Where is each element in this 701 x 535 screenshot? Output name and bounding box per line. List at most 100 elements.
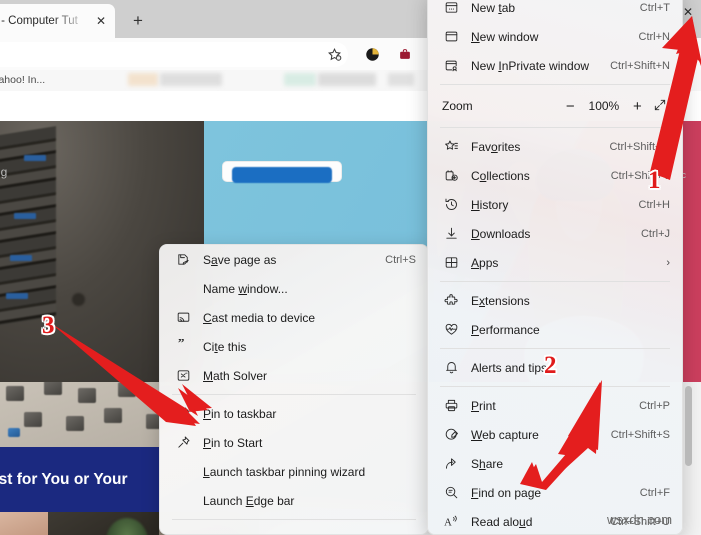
zoom-label: Zoom [442,99,473,113]
menu-item-launch-edge-bar[interactable]: Launch Edge bar [160,486,428,515]
browser-tab[interactable]: ch Easier - Computer Tut ✕ [0,4,115,38]
inprivate-icon [442,57,460,75]
menu-item-label: New window [471,29,539,44]
menu-item-label: Extensions [471,293,530,308]
new-tab-icon [442,0,460,17]
address-bar-url[interactable]: easier.com [0,49,340,61]
favorite-star-icon[interactable] [325,45,343,63]
menu-item-shortcut: Ctrl+S [385,253,416,266]
apps-grid-icon [442,254,460,272]
menu-item-label: Apps [471,255,499,270]
more-menu-button[interactable]: ··· [675,33,701,49]
menu-item-web-capture[interactable]: Web capture Ctrl+Shift+S [428,420,682,449]
bookmark-item[interactable] [160,73,222,86]
new-window-icon [442,28,460,46]
more-tools-submenu: Save page as Ctrl+S Name window... Cast med… [159,244,429,535]
menu-item-history[interactable]: History Ctrl+H [428,190,682,219]
decorative-blue-block [10,255,32,261]
page-primary-button[interactable] [232,167,332,183]
bookmark-item[interactable] [284,73,316,86]
performance-heart-icon [442,321,460,339]
watermark: wsxdn.com [607,512,673,527]
menu-item-collections[interactable]: Collections Ctrl+Shift+Y [428,161,682,190]
menu-scrollbar-thumb[interactable] [685,386,692,466]
decorative-plant [106,518,148,535]
menu-item-share[interactable]: Share [428,449,682,478]
tab-title: ch Easier - Computer Tut [0,15,78,27]
svg-text:”: ” [177,339,184,350]
menu-item-pin-to-taskbar[interactable]: Pin to taskbar [160,399,428,428]
menu-item-cast-media-to-device[interactable]: Cast media to device [160,303,428,332]
new-tab-button[interactable]: + [126,9,150,33]
annotation-badge-2: 2 [544,352,557,379]
menu-item-favorites[interactable]: Favorites Ctrl+Shift+O [428,132,682,161]
menu-item-cite-this[interactable]: ” Cite this [160,332,428,361]
menu-item-shortcut: Ctrl+Shift+Y [610,169,670,182]
menu-separator [172,519,416,520]
menu-item-shortcut: Ctrl+N [638,30,670,43]
menu-separator [440,386,670,387]
bookmark-item[interactable] [388,73,414,86]
favorites-star-icon [442,138,460,156]
zoom-in-button[interactable]: + [626,98,650,115]
menu-item-find-on-page[interactable]: Find on page Ctrl+F [428,478,682,507]
window-close-icon[interactable]: ✕ [675,4,701,20]
menu-item-label: Launch Edge bar [203,493,295,508]
menu-item-new-tab[interactable]: New tab Ctrl+T [428,0,682,22]
fullscreen-arrows-icon[interactable] [649,98,671,115]
bookmark-item[interactable] [318,73,376,86]
menu-item-downloads[interactable]: Downloads Ctrl+J [428,219,682,248]
menu-item-apps[interactable]: Apps › [428,248,682,277]
menu-item-label: Alerts and tips [471,360,548,375]
bookmark-item[interactable] [128,73,158,86]
menu-item-label: Print [471,398,496,413]
zoom-value: 100% [588,99,620,113]
page-banner: est for You or Your [0,447,159,512]
menu-item-pin-to-start[interactable]: Pin to Start [160,428,428,457]
menu-item-label: Pin to taskbar [203,406,277,421]
chevron-right-icon: › [666,256,670,269]
decorative-blue-block [6,293,28,299]
decorative-blue-block [14,213,36,219]
menu-item-save-page-as[interactable]: Save page as Ctrl+S [160,245,428,274]
menu-item-label: Read aloud [471,514,533,529]
bookmark-item-yahoo[interactable]: n to Yahoo! In... [0,74,45,86]
menu-item-performance[interactable]: Performance [428,315,682,344]
menu-item-shortcut: Ctrl+P [639,399,670,412]
menu-separator [440,127,670,128]
menu-item-math-solver[interactable]: Math Solver [160,361,428,390]
close-icon[interactable]: ✕ [93,13,109,29]
page-gg-text: gg [0,165,8,179]
browser-window: est for You or Your gg AJIO.c n to Yahoo… [0,0,701,535]
menu-item-label: Name window... [203,281,288,296]
menu-item-label: Web capture [471,427,539,442]
address-bar[interactable]: easier.com [0,42,348,67]
history-clock-icon [442,196,460,214]
menu-item-new-window[interactable]: New window Ctrl+N [428,22,682,51]
find-magnifier-icon [442,484,460,502]
extension-icon[interactable] [396,45,414,63]
save-page-icon [174,251,192,269]
banner-text: est for You or Your [0,470,128,488]
annotation-badge-1: 1 [648,167,661,194]
menu-item-launch-taskbar-pinning-wizard[interactable]: Launch taskbar pinning wizard [160,457,428,486]
menu-item-label: Pin to Start [203,435,263,450]
pin-icon [174,405,192,423]
menu-item-name-window[interactable]: Name window... [160,274,428,303]
annotation-badge-3: 3 [42,312,55,339]
menu-item-label: Collections [471,168,530,183]
menu-separator [440,281,670,282]
no-icon [174,530,192,535]
zoom-out-button[interactable]: − [558,98,582,115]
profile-icon[interactable] [363,45,381,63]
menu-item-extensions[interactable]: Extensions [428,286,682,315]
no-icon [174,492,192,510]
no-icon [174,280,192,298]
menu-item-label: Performance [471,322,540,337]
menu-separator [172,394,416,395]
menu-item-new-inprivate-window[interactable]: New InPrivate window Ctrl+Shift+N [428,51,682,80]
menu-item-shortcut: Ctrl+T [639,1,670,14]
web-capture-icon [442,426,460,444]
menu-item-browser-task-manager[interactable]: Browser task managerShift+Esc [160,524,428,535]
menu-item-print[interactable]: Print Ctrl+P [428,391,682,420]
